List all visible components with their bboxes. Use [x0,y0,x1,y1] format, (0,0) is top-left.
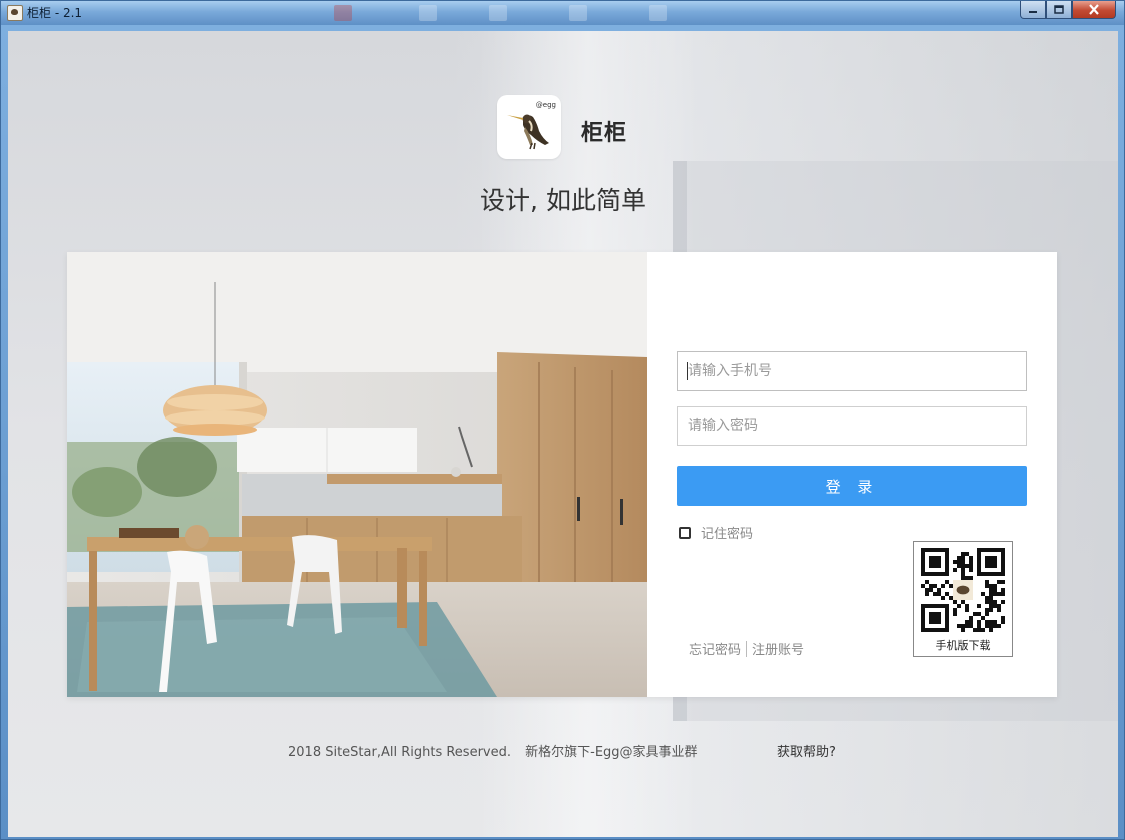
company-text: 新格尔旗下-Egg@家具事业群 [525,745,698,760]
footer: 2018 SiteStar,All Rights Reserved. 新格尔旗下… [288,741,708,760]
window-controls [1020,1,1116,21]
maximize-icon [1054,5,1064,14]
text-cursor [687,362,688,380]
account-links: 忘记密码 注册账号 [689,639,804,658]
qr-code-icon [921,548,1005,632]
title-bar[interactable]: 柜柜 - 2.1 [1,1,1124,25]
mobile-download-qr: 手机版下载 [913,541,1013,657]
remember-label: 记住密码 [701,527,754,542]
app-logo: @egg [497,95,561,159]
close-button[interactable] [1072,1,1116,19]
ghost-icon [569,5,587,21]
password-input[interactable] [677,406,1027,446]
copyright-text: 2018 SiteStar,All Rights Reserved. [288,745,511,760]
window-title: 柜柜 - 2.1 [27,6,83,20]
app-window: 柜柜 - 2.1 @egg 柜柜 设计, 如此简单 请输入手机号 登 录 记住密… [0,0,1125,840]
minimize-icon [1029,10,1037,13]
login-screen: @egg 柜柜 设计, 如此简单 请输入手机号 登 录 记住密码 手机版下载 忘… [8,31,1118,837]
app-name: 柜柜 [581,121,628,146]
maximize-button[interactable] [1046,1,1072,19]
kitchen-image [67,252,647,697]
login-button[interactable]: 登 录 [677,466,1027,506]
help-link[interactable]: 获取帮助? [777,741,836,760]
remember-password[interactable]: 记住密码 [679,523,753,542]
phone-input[interactable] [677,351,1027,391]
ghost-icon [649,5,667,21]
qr-label: 手机版下载 [935,639,991,652]
remember-checkbox[interactable] [679,526,691,539]
kitchen-photo [67,252,647,697]
register-link[interactable]: 注册账号 [752,639,804,658]
app-icon [7,5,23,21]
ghost-icon [419,5,437,21]
ghost-icon [334,5,352,21]
link-divider [746,640,748,657]
forgot-password-link[interactable]: 忘记密码 [689,639,741,658]
logo-tag: @egg [535,101,556,109]
slogan: 设计, 如此简单 [480,186,646,215]
close-icon [1089,4,1099,15]
minimize-button[interactable] [1020,1,1046,19]
login-form: 登 录 记住密码 手机版下载 忘记密码 注册账号 [647,252,1057,697]
login-card: 登 录 记住密码 手机版下载 忘记密码 注册账号 [67,252,1057,697]
ghost-icon [489,5,507,21]
